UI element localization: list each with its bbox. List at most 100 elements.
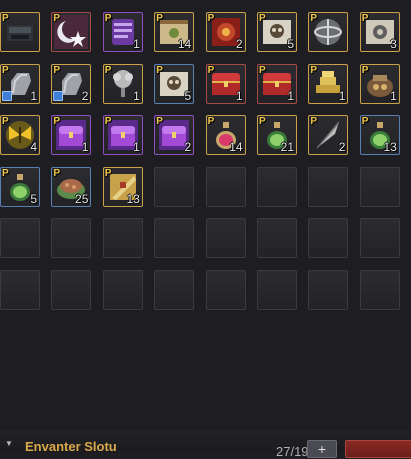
item-count: 1 bbox=[133, 37, 140, 51]
expand-slots-button[interactable]: + bbox=[307, 440, 337, 458]
inventory-slot[interactable]: P bbox=[51, 12, 92, 52]
empty-slot[interactable] bbox=[102, 269, 143, 310]
empty-slot[interactable] bbox=[205, 166, 246, 207]
inventory-slot[interactable]: P2 bbox=[205, 12, 246, 52]
item-count: 4 bbox=[30, 140, 37, 154]
item-count: 2 bbox=[338, 140, 346, 154]
item-count: 1 bbox=[287, 88, 294, 103]
premium-mark: P bbox=[53, 64, 61, 76]
inventory-slot[interactable]: P2 bbox=[308, 115, 349, 155]
action-button[interactable] bbox=[345, 440, 411, 458]
inventory-slot[interactable]: P2 bbox=[154, 115, 195, 155]
inventory-slot[interactable]: P2 bbox=[51, 63, 92, 104]
premium-mark: P bbox=[156, 64, 163, 76]
item-count: 5 bbox=[30, 191, 37, 206]
premium-mark: P bbox=[104, 64, 112, 76]
inventory-slot[interactable]: P 25 bbox=[51, 166, 92, 207]
empty-slot[interactable] bbox=[308, 269, 349, 310]
inventory-slot[interactable]: P bbox=[0, 12, 40, 52]
inventory-slot[interactable]: P1 bbox=[257, 63, 297, 104]
empty-slot[interactable] bbox=[154, 166, 195, 207]
premium-mark: P bbox=[53, 167, 61, 179]
premium-mark: P bbox=[310, 116, 318, 127]
inventory-slot[interactable]: P 13 bbox=[359, 115, 400, 155]
item-count: 1 bbox=[235, 88, 243, 103]
empty-slot[interactable] bbox=[154, 269, 195, 310]
empty-slot[interactable] bbox=[205, 269, 246, 310]
item-count: 2 bbox=[235, 37, 243, 51]
item-count: 1 bbox=[338, 88, 346, 103]
inventory-slot[interactable]: P1 bbox=[308, 63, 349, 104]
premium-mark: P bbox=[259, 13, 266, 24]
inventory-slot[interactable]: P 14 bbox=[205, 115, 246, 155]
empty-slot[interactable] bbox=[0, 269, 40, 310]
inventory-slot[interactable]: P bbox=[308, 12, 349, 52]
inventory-slot[interactable]: P1 bbox=[102, 12, 143, 52]
item-count: 1 bbox=[133, 88, 140, 103]
premium-mark: P bbox=[2, 167, 9, 179]
inventory-slot[interactable]: P 14 bbox=[154, 12, 195, 52]
item-count: 2 bbox=[81, 88, 89, 103]
premium-mark: P bbox=[156, 116, 163, 127]
collapse-arrow-icon[interactable]: ▼ bbox=[5, 439, 13, 448]
inventory-slot[interactable]: P1 bbox=[102, 63, 143, 104]
premium-mark: P bbox=[2, 64, 9, 76]
empty-slot[interactable] bbox=[257, 166, 297, 207]
inventory-slot[interactable]: P1 bbox=[205, 63, 246, 104]
inventory-footer: ▼ Envanter Slotu 27/192 + bbox=[0, 430, 411, 459]
inventory-slot[interactable]: P1 bbox=[51, 115, 92, 155]
empty-slot[interactable] bbox=[257, 218, 297, 258]
inventory-slot[interactable]: P5 bbox=[0, 166, 40, 207]
item-count: 5 bbox=[184, 88, 192, 103]
premium-mark: P bbox=[259, 116, 266, 127]
empty-slot[interactable] bbox=[0, 218, 40, 258]
item-count: 14 bbox=[229, 140, 243, 154]
empty-slot[interactable] bbox=[308, 218, 349, 258]
inventory-slot[interactable]: P1 bbox=[102, 115, 143, 155]
premium-mark: P bbox=[361, 13, 369, 24]
premium-mark: P bbox=[2, 116, 9, 127]
premium-mark: P bbox=[104, 13, 112, 24]
item-count: 25 bbox=[75, 191, 89, 206]
item-count: 5 bbox=[287, 37, 294, 51]
item-count: 13 bbox=[126, 191, 140, 206]
item-count: 1 bbox=[390, 88, 397, 103]
empty-slot[interactable] bbox=[154, 218, 195, 258]
empty-slot[interactable] bbox=[308, 166, 349, 207]
premium-mark: P bbox=[207, 64, 215, 76]
inventory-slot[interactable]: P5 bbox=[154, 63, 195, 104]
premium-mark: P bbox=[207, 13, 215, 24]
premium-mark: P bbox=[53, 116, 61, 127]
inventory-slot[interactable]: P5 bbox=[257, 12, 297, 52]
item-count: 13 bbox=[383, 140, 397, 154]
empty-slot[interactable] bbox=[257, 269, 297, 310]
premium-mark: P bbox=[53, 13, 61, 24]
empty-slot[interactable] bbox=[359, 166, 400, 207]
empty-slot[interactable] bbox=[359, 218, 400, 258]
empty-slot[interactable] bbox=[102, 218, 143, 258]
bound-lock-icon bbox=[53, 90, 64, 101]
inventory-slot[interactable]: P1 bbox=[359, 63, 400, 104]
inventory-slot[interactable]: P3 bbox=[359, 12, 400, 52]
premium-mark: P bbox=[207, 116, 215, 127]
empty-slot[interactable] bbox=[51, 269, 92, 310]
item-count: 1 bbox=[81, 140, 89, 154]
premium-mark: P bbox=[310, 64, 318, 76]
empty-slot[interactable] bbox=[205, 218, 246, 258]
empty-slot[interactable] bbox=[359, 269, 400, 310]
inventory-slot[interactable]: P4 bbox=[0, 115, 40, 155]
premium-mark: P bbox=[104, 167, 112, 179]
premium-mark: P bbox=[361, 116, 369, 127]
bound-lock-icon bbox=[2, 90, 12, 101]
premium-mark: P bbox=[259, 64, 266, 76]
premium-mark: P bbox=[310, 13, 318, 24]
item-count: 21 bbox=[280, 140, 294, 154]
item-count: 1 bbox=[133, 140, 140, 154]
empty-slot[interactable] bbox=[51, 218, 92, 258]
premium-mark: P bbox=[2, 13, 9, 24]
inventory-slot[interactable]: P1 bbox=[0, 63, 40, 104]
inventory-slot[interactable]: P 21 bbox=[257, 115, 297, 155]
item-count: 2 bbox=[184, 140, 192, 154]
premium-mark: P bbox=[156, 13, 163, 24]
inventory-slot[interactable]: P 13 bbox=[102, 166, 143, 207]
